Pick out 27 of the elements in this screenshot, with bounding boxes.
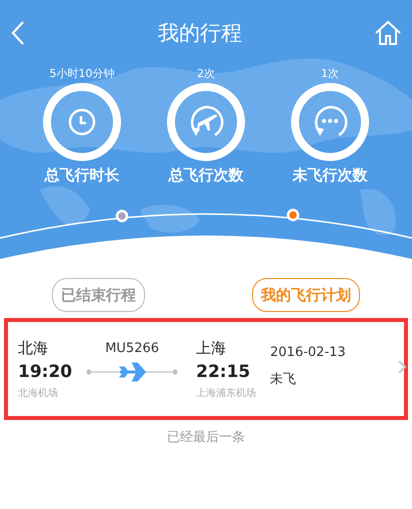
stat-label: 未飞行次数 <box>292 166 368 185</box>
stat-value: 2次 <box>197 66 215 82</box>
timeline-dot <box>286 208 300 222</box>
home-button[interactable] <box>374 19 402 47</box>
back-button[interactable] <box>10 20 26 46</box>
flight-number: MU5266 <box>105 340 160 356</box>
trip-tab[interactable]: 已结束行程 <box>52 278 145 312</box>
timeline-dot <box>116 210 128 222</box>
stat-label: 总飞行次数 <box>168 166 244 185</box>
arrival-city: 上海 <box>196 338 228 358</box>
chevron-icon <box>398 360 406 374</box>
end-of-list-text: 已经最后一条 <box>167 430 245 445</box>
arrival-airport: 上海浦东机场 <box>196 386 256 400</box>
arrival-time: 22:15 <box>196 362 252 382</box>
departure-time: 19:20 <box>18 362 72 382</box>
stat-value: 1次 <box>321 66 339 82</box>
page-title: 我的行程 <box>158 20 242 47</box>
departure-city: 北海 <box>18 338 49 358</box>
flight-route-icon <box>86 362 178 382</box>
stat-label: 总飞行时长 <box>44 166 120 185</box>
flight-date: 2016-02-13 <box>270 344 346 360</box>
clock-icon <box>67 107 97 137</box>
stat-value: 5小时10分钟 <box>50 66 114 82</box>
departure-airport: 北海机场 <box>18 386 59 400</box>
flight-status: 未飞 <box>270 370 298 388</box>
trip-tab[interactable]: 我的飞行计划 <box>252 278 360 312</box>
flight-card[interactable]: 北海 19:20 北海机场 MU5266 上海 22:15 上海浦东机场 2016-02-13 未飞 <box>4 318 408 420</box>
